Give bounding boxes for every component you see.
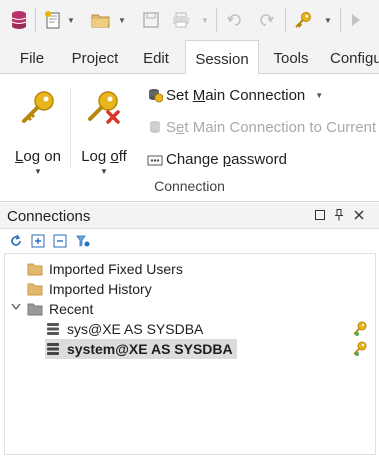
connection-group-label: Connection <box>154 178 225 194</box>
key-icon <box>8 88 68 128</box>
connection-label: system@XE AS SYSDBA <box>67 341 233 357</box>
refresh-icon[interactable] <box>9 234 23 248</box>
run-icon[interactable] <box>348 8 364 32</box>
ribbon-tabs: File Project Edit Session Tools Configu <box>0 40 379 75</box>
expand-all-icon[interactable] <box>31 234 45 248</box>
collapse-chevron-icon[interactable] <box>11 303 21 314</box>
new-icon[interactable] <box>42 8 64 32</box>
connections-panel-title: Connections <box>7 208 91 225</box>
new-dropdown-icon[interactable]: ▼ <box>66 8 76 32</box>
folder-icon <box>27 302 43 316</box>
tree-item-imported-history[interactable]: Imported History <box>27 279 152 299</box>
connections-panel-header: Connections <box>0 203 379 229</box>
set-main-connection-label: Set Main Connection <box>166 86 306 104</box>
print-dropdown-icon[interactable]: ▼ <box>200 8 210 32</box>
quick-access-toolbar: ▼ ▼ ▼ ▼ <box>0 0 379 40</box>
tab-tools[interactable]: Tools <box>262 40 320 74</box>
folder-icon <box>27 262 43 276</box>
chevron-down-icon[interactable]: ▼ <box>315 91 323 100</box>
key-off-icon <box>74 88 134 128</box>
redo-icon[interactable] <box>255 8 277 32</box>
tree-item-recent[interactable]: Recent <box>27 299 93 319</box>
database-icon[interactable] <box>8 8 30 32</box>
tab-configure[interactable]: Configu <box>330 40 379 74</box>
print-icon[interactable] <box>170 8 192 32</box>
open-dropdown-icon[interactable]: ▼ <box>117 8 127 32</box>
folder-icon <box>27 282 43 296</box>
key-icon[interactable] <box>352 341 368 357</box>
password-icon <box>146 150 164 168</box>
change-password-label: Change password <box>166 150 287 168</box>
open-folder-icon[interactable] <box>90 8 112 32</box>
save-icon[interactable] <box>140 8 162 32</box>
change-password-button[interactable]: Change password <box>146 148 287 170</box>
set-main-connection-button[interactable]: Set Main Connection ▼ <box>146 84 323 106</box>
log-off-button[interactable]: Log off ▼ <box>74 88 134 176</box>
log-off-label: Log off <box>81 148 127 165</box>
tree-item-label: Recent <box>49 301 94 317</box>
set-main-current-icon <box>146 118 164 136</box>
tab-session[interactable]: Session <box>185 40 259 75</box>
tab-project[interactable]: Project <box>60 40 130 74</box>
log-on-button[interactable]: Log on ▼ <box>8 88 68 176</box>
chevron-down-icon: ▼ <box>100 167 108 176</box>
pin-icon[interactable] <box>332 208 346 222</box>
tree-item-label: Imported History <box>49 281 152 297</box>
chevron-down-icon: ▼ <box>34 167 42 176</box>
connection-label: sys@XE AS SYSDBA <box>67 321 204 337</box>
tree-item-imported-fixed-users[interactable]: Imported Fixed Users <box>27 259 183 279</box>
database-icon <box>45 342 61 356</box>
filter-icon[interactable] <box>76 234 90 248</box>
maximize-icon[interactable] <box>313 208 327 222</box>
key-icon[interactable] <box>292 8 314 32</box>
tree-item-connection-selected[interactable]: system@XE AS SYSDBA <box>45 339 237 359</box>
undo-icon[interactable] <box>224 8 246 32</box>
key-dropdown-icon[interactable]: ▼ <box>323 8 333 32</box>
key-icon[interactable] <box>352 321 368 337</box>
connections-tree: Imported Fixed Users Imported History Re… <box>4 253 376 455</box>
tree-item-label: Imported Fixed Users <box>49 261 183 277</box>
ribbon-panel: Log on ▼ Log off ▼ Set Main Connection ▼… <box>0 74 379 202</box>
set-main-connection-icon <box>146 86 164 104</box>
tab-edit[interactable]: Edit <box>134 40 178 74</box>
tab-file[interactable]: File <box>8 40 56 74</box>
database-icon <box>45 322 61 336</box>
collapse-all-icon[interactable] <box>53 234 67 248</box>
log-on-label: Log on <box>15 148 61 165</box>
set-main-connection-to-current-button[interactable]: Set Main Connection to Current <box>146 116 376 138</box>
tree-item-connection[interactable]: sys@XE AS SYSDBA <box>45 319 203 339</box>
connections-toolbar <box>0 229 379 253</box>
set-main-connection-to-current-label: Set Main Connection to Current <box>166 118 377 136</box>
close-icon[interactable] <box>352 208 366 222</box>
